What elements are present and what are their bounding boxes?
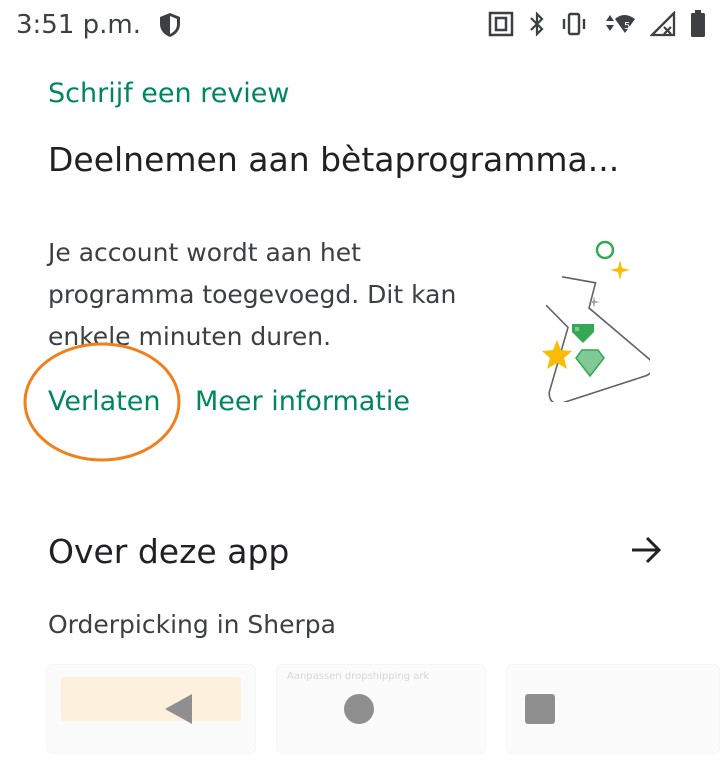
wifi-badge: 5 bbox=[624, 21, 631, 32]
arrow-right-icon[interactable] bbox=[628, 532, 664, 573]
bluetooth-icon bbox=[528, 11, 546, 37]
recents-icon[interactable] bbox=[525, 694, 555, 724]
nfc-icon bbox=[488, 11, 514, 37]
wifi-icon: 5 bbox=[602, 11, 636, 37]
about-app-description: Orderpicking in Sherpa bbox=[48, 610, 336, 639]
no-signal-icon bbox=[650, 11, 676, 37]
navigation-bar bbox=[0, 680, 720, 740]
back-icon[interactable] bbox=[162, 692, 194, 731]
beta-flask-illustration bbox=[520, 232, 654, 407]
beta-program-title: Deelnemen aan bètaprogramma... bbox=[48, 140, 620, 179]
more-info-button[interactable]: Meer informatie bbox=[195, 386, 410, 417]
shield-icon bbox=[158, 12, 182, 43]
home-icon[interactable] bbox=[344, 694, 374, 724]
about-app-title[interactable]: Over deze app bbox=[48, 532, 289, 571]
status-icons: 5 bbox=[488, 10, 706, 38]
status-bar: 3:51 p.m. 5 bbox=[0, 0, 720, 50]
leave-beta-button[interactable]: Verlaten bbox=[48, 386, 160, 417]
write-review-link[interactable]: Schrijf een review bbox=[48, 78, 290, 109]
vibrate-icon bbox=[560, 11, 588, 37]
battery-icon bbox=[690, 10, 706, 38]
status-time: 3:51 p.m. bbox=[16, 10, 142, 40]
